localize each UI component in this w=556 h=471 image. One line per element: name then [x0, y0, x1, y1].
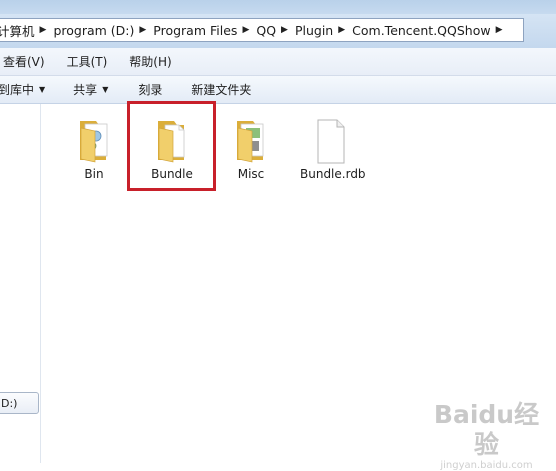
- breadcrumb-label: 计算机: [0, 23, 35, 39]
- file-name: Misc: [237, 167, 265, 181]
- navigation-pane[interactable]: D:): [0, 104, 41, 463]
- share-label: 共享: [73, 83, 98, 97]
- breadcrumb-computer[interactable]: 计算机 ▶: [0, 19, 47, 41]
- address-breadcrumb[interactable]: 计算机 ▶ program (D:) ▶ Program Files ▶ QQ …: [0, 18, 524, 42]
- breadcrumb-plugin[interactable]: Plugin ▶: [289, 19, 346, 41]
- breadcrumb-label: program (D:): [53, 22, 135, 38]
- menu-help[interactable]: 帮助(H): [125, 53, 171, 70]
- nav-drive-item[interactable]: D:): [0, 392, 39, 414]
- folder-icon: [80, 121, 108, 163]
- menu-bar: 查看(V) 工具(T) 帮助(H): [0, 48, 556, 76]
- menu-view[interactable]: 查看(V): [0, 53, 45, 70]
- address-bar: 计算机 ▶ program (D:) ▶ Program Files ▶ QQ …: [0, 14, 556, 48]
- breadcrumb-drive[interactable]: program (D:) ▶: [47, 19, 147, 41]
- breadcrumb-label: QQ: [256, 22, 277, 38]
- highlight-box: [127, 101, 216, 191]
- folder-icon: [237, 121, 264, 163]
- command-bar: 到库中 ▼ 共享 ▼ 刻录 新建文件夹: [0, 76, 556, 104]
- menu-tools[interactable]: 工具(T): [63, 53, 108, 70]
- chevron-down-icon: ▼: [39, 85, 46, 94]
- nav-drive-label: D:): [1, 396, 18, 410]
- burn-label: 刻录: [138, 83, 163, 97]
- file-item-bin[interactable]: Bin: [59, 116, 129, 181]
- file-name: Bundle.rdb: [300, 167, 366, 181]
- chevron-down-icon: ▼: [102, 85, 109, 94]
- document-icon: [317, 119, 345, 164]
- chevron-right-icon[interactable]: ▶: [338, 25, 346, 35]
- watermark-logo: Baidu经验: [433, 400, 540, 459]
- include-in-library-label: 到库中: [0, 83, 35, 97]
- chevron-right-icon[interactable]: ▶: [281, 25, 289, 35]
- chevron-right-icon[interactable]: ▶: [496, 25, 504, 35]
- include-in-library-button[interactable]: 到库中 ▼: [0, 81, 45, 98]
- breadcrumb-label: Plugin: [294, 22, 334, 38]
- watermark: Baidu经验 jingyan.baidu.com: [424, 400, 549, 471]
- breadcrumb-qqshow[interactable]: Com.Tencent.QQShow ▶: [346, 19, 503, 41]
- new-folder-label: 新建文件夹: [191, 83, 252, 97]
- window-top-strip: [0, 0, 556, 14]
- file-name: Bin: [84, 167, 104, 181]
- burn-button[interactable]: 刻录: [138, 81, 162, 98]
- chevron-right-icon[interactable]: ▶: [242, 25, 250, 35]
- breadcrumb-label: Program Files: [153, 22, 238, 38]
- file-item-misc[interactable]: Misc: [216, 116, 286, 181]
- breadcrumb-label: Com.Tencent.QQShow: [352, 22, 491, 38]
- share-button[interactable]: 共享 ▼: [73, 81, 108, 98]
- breadcrumb-qq[interactable]: QQ ▶: [250, 19, 289, 41]
- new-folder-button[interactable]: 新建文件夹: [191, 81, 251, 98]
- chevron-right-icon[interactable]: ▶: [40, 25, 48, 35]
- watermark-url: jingyan.baidu.com: [440, 460, 533, 471]
- file-item-bundle-rdb[interactable]: Bundle.rdb: [296, 116, 366, 181]
- breadcrumb-program-files[interactable]: Program Files ▶: [147, 19, 250, 41]
- chevron-right-icon[interactable]: ▶: [139, 25, 147, 35]
